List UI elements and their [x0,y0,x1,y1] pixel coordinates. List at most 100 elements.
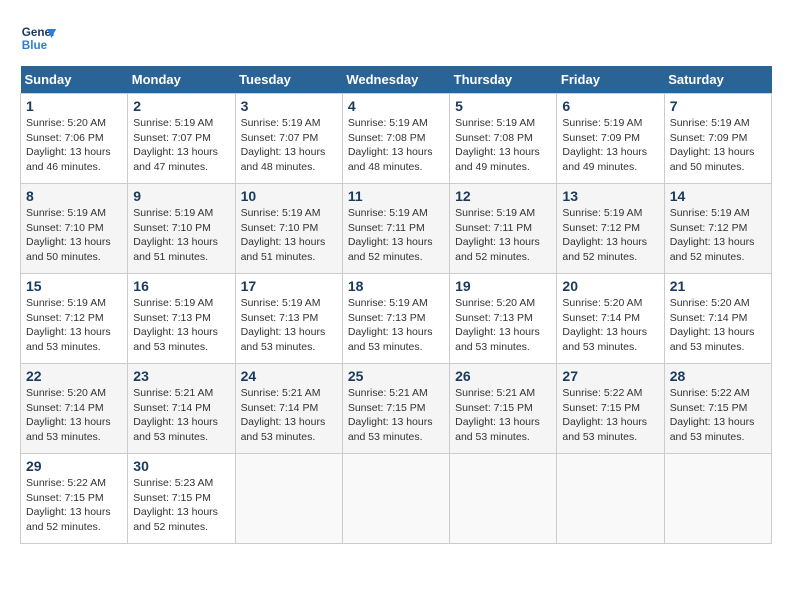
day-number: 4 [348,98,444,114]
day-number: 24 [241,368,337,384]
calendar-cell: 27 Sunrise: 5:22 AMSunset: 7:15 PMDaylig… [557,364,664,454]
cell-info: Sunrise: 5:23 AMSunset: 7:15 PMDaylight:… [133,477,218,533]
calendar-cell: 9 Sunrise: 5:19 AMSunset: 7:10 PMDayligh… [128,184,235,274]
calendar-cell: 16 Sunrise: 5:19 AMSunset: 7:13 PMDaylig… [128,274,235,364]
day-number: 11 [348,188,444,204]
cell-info: Sunrise: 5:19 AMSunset: 7:13 PMDaylight:… [241,297,326,353]
cell-info: Sunrise: 5:19 AMSunset: 7:09 PMDaylight:… [562,117,647,173]
calendar-cell: 22 Sunrise: 5:20 AMSunset: 7:14 PMDaylig… [21,364,128,454]
calendar-cell: 15 Sunrise: 5:19 AMSunset: 7:12 PMDaylig… [21,274,128,364]
cell-info: Sunrise: 5:19 AMSunset: 7:10 PMDaylight:… [26,207,111,263]
header-monday: Monday [128,66,235,94]
cell-info: Sunrise: 5:19 AMSunset: 7:07 PMDaylight:… [241,117,326,173]
calendar-cell: 12 Sunrise: 5:19 AMSunset: 7:11 PMDaylig… [450,184,557,274]
header-thursday: Thursday [450,66,557,94]
day-number: 2 [133,98,229,114]
day-number: 21 [670,278,766,294]
calendar-cell: 24 Sunrise: 5:21 AMSunset: 7:14 PMDaylig… [235,364,342,454]
cell-info: Sunrise: 5:21 AMSunset: 7:14 PMDaylight:… [241,387,326,443]
day-number: 19 [455,278,551,294]
calendar-cell: 5 Sunrise: 5:19 AMSunset: 7:08 PMDayligh… [450,94,557,184]
calendar-cell: 4 Sunrise: 5:19 AMSunset: 7:08 PMDayligh… [342,94,449,184]
day-number: 30 [133,458,229,474]
cell-info: Sunrise: 5:21 AMSunset: 7:14 PMDaylight:… [133,387,218,443]
header-saturday: Saturday [664,66,771,94]
cell-info: Sunrise: 5:19 AMSunset: 7:09 PMDaylight:… [670,117,755,173]
calendar-cell: 13 Sunrise: 5:19 AMSunset: 7:12 PMDaylig… [557,184,664,274]
day-number: 8 [26,188,122,204]
day-number: 14 [670,188,766,204]
calendar-cell: 21 Sunrise: 5:20 AMSunset: 7:14 PMDaylig… [664,274,771,364]
calendar-cell: 28 Sunrise: 5:22 AMSunset: 7:15 PMDaylig… [664,364,771,454]
calendar-cell: 2 Sunrise: 5:19 AMSunset: 7:07 PMDayligh… [128,94,235,184]
day-number: 15 [26,278,122,294]
day-number: 5 [455,98,551,114]
day-number: 1 [26,98,122,114]
day-number: 6 [562,98,658,114]
calendar-cell: 7 Sunrise: 5:19 AMSunset: 7:09 PMDayligh… [664,94,771,184]
cell-info: Sunrise: 5:20 AMSunset: 7:06 PMDaylight:… [26,117,111,173]
cell-info: Sunrise: 5:20 AMSunset: 7:14 PMDaylight:… [26,387,111,443]
calendar-week-row: 15 Sunrise: 5:19 AMSunset: 7:12 PMDaylig… [21,274,772,364]
calendar-week-row: 22 Sunrise: 5:20 AMSunset: 7:14 PMDaylig… [21,364,772,454]
cell-info: Sunrise: 5:19 AMSunset: 7:07 PMDaylight:… [133,117,218,173]
cell-info: Sunrise: 5:20 AMSunset: 7:14 PMDaylight:… [670,297,755,353]
cell-info: Sunrise: 5:19 AMSunset: 7:13 PMDaylight:… [133,297,218,353]
cell-info: Sunrise: 5:19 AMSunset: 7:10 PMDaylight:… [241,207,326,263]
cell-info: Sunrise: 5:22 AMSunset: 7:15 PMDaylight:… [670,387,755,443]
day-number: 18 [348,278,444,294]
day-number: 23 [133,368,229,384]
day-number: 27 [562,368,658,384]
calendar-cell: 17 Sunrise: 5:19 AMSunset: 7:13 PMDaylig… [235,274,342,364]
calendar-cell: 25 Sunrise: 5:21 AMSunset: 7:15 PMDaylig… [342,364,449,454]
calendar-cell: 6 Sunrise: 5:19 AMSunset: 7:09 PMDayligh… [557,94,664,184]
header: General Blue [20,20,772,56]
day-number: 17 [241,278,337,294]
day-number: 10 [241,188,337,204]
header-tuesday: Tuesday [235,66,342,94]
calendar-cell: 3 Sunrise: 5:19 AMSunset: 7:07 PMDayligh… [235,94,342,184]
calendar-week-row: 8 Sunrise: 5:19 AMSunset: 7:10 PMDayligh… [21,184,772,274]
calendar-cell: 11 Sunrise: 5:19 AMSunset: 7:11 PMDaylig… [342,184,449,274]
day-number: 9 [133,188,229,204]
cell-info: Sunrise: 5:19 AMSunset: 7:11 PMDaylight:… [348,207,433,263]
calendar-cell-empty [342,454,449,544]
calendar-cell-empty [235,454,342,544]
calendar-cell: 10 Sunrise: 5:19 AMSunset: 7:10 PMDaylig… [235,184,342,274]
day-number: 12 [455,188,551,204]
calendar-cell: 19 Sunrise: 5:20 AMSunset: 7:13 PMDaylig… [450,274,557,364]
day-header-row: Sunday Monday Tuesday Wednesday Thursday… [21,66,772,94]
header-wednesday: Wednesday [342,66,449,94]
day-number: 28 [670,368,766,384]
day-number: 25 [348,368,444,384]
day-number: 22 [26,368,122,384]
day-number: 26 [455,368,551,384]
logo: General Blue [20,20,56,56]
day-number: 29 [26,458,122,474]
header-friday: Friday [557,66,664,94]
cell-info: Sunrise: 5:19 AMSunset: 7:08 PMDaylight:… [455,117,540,173]
cell-info: Sunrise: 5:19 AMSunset: 7:11 PMDaylight:… [455,207,540,263]
calendar-cell-empty [450,454,557,544]
calendar-cell: 20 Sunrise: 5:20 AMSunset: 7:14 PMDaylig… [557,274,664,364]
calendar-cell-empty [664,454,771,544]
calendar-cell: 8 Sunrise: 5:19 AMSunset: 7:10 PMDayligh… [21,184,128,274]
calendar-cell: 18 Sunrise: 5:19 AMSunset: 7:13 PMDaylig… [342,274,449,364]
calendar-week-row: 1 Sunrise: 5:20 AMSunset: 7:06 PMDayligh… [21,94,772,184]
calendar-week-row: 29 Sunrise: 5:22 AMSunset: 7:15 PMDaylig… [21,454,772,544]
cell-info: Sunrise: 5:19 AMSunset: 7:13 PMDaylight:… [348,297,433,353]
day-number: 13 [562,188,658,204]
calendar-cell: 14 Sunrise: 5:19 AMSunset: 7:12 PMDaylig… [664,184,771,274]
cell-info: Sunrise: 5:22 AMSunset: 7:15 PMDaylight:… [26,477,111,533]
cell-info: Sunrise: 5:19 AMSunset: 7:08 PMDaylight:… [348,117,433,173]
calendar-cell: 29 Sunrise: 5:22 AMSunset: 7:15 PMDaylig… [21,454,128,544]
day-number: 20 [562,278,658,294]
calendar-cell: 30 Sunrise: 5:23 AMSunset: 7:15 PMDaylig… [128,454,235,544]
cell-info: Sunrise: 5:19 AMSunset: 7:12 PMDaylight:… [562,207,647,263]
day-number: 7 [670,98,766,114]
cell-info: Sunrise: 5:20 AMSunset: 7:13 PMDaylight:… [455,297,540,353]
calendar-cell-empty [557,454,664,544]
cell-info: Sunrise: 5:19 AMSunset: 7:10 PMDaylight:… [133,207,218,263]
svg-text:Blue: Blue [22,39,48,52]
calendar-cell: 26 Sunrise: 5:21 AMSunset: 7:15 PMDaylig… [450,364,557,454]
